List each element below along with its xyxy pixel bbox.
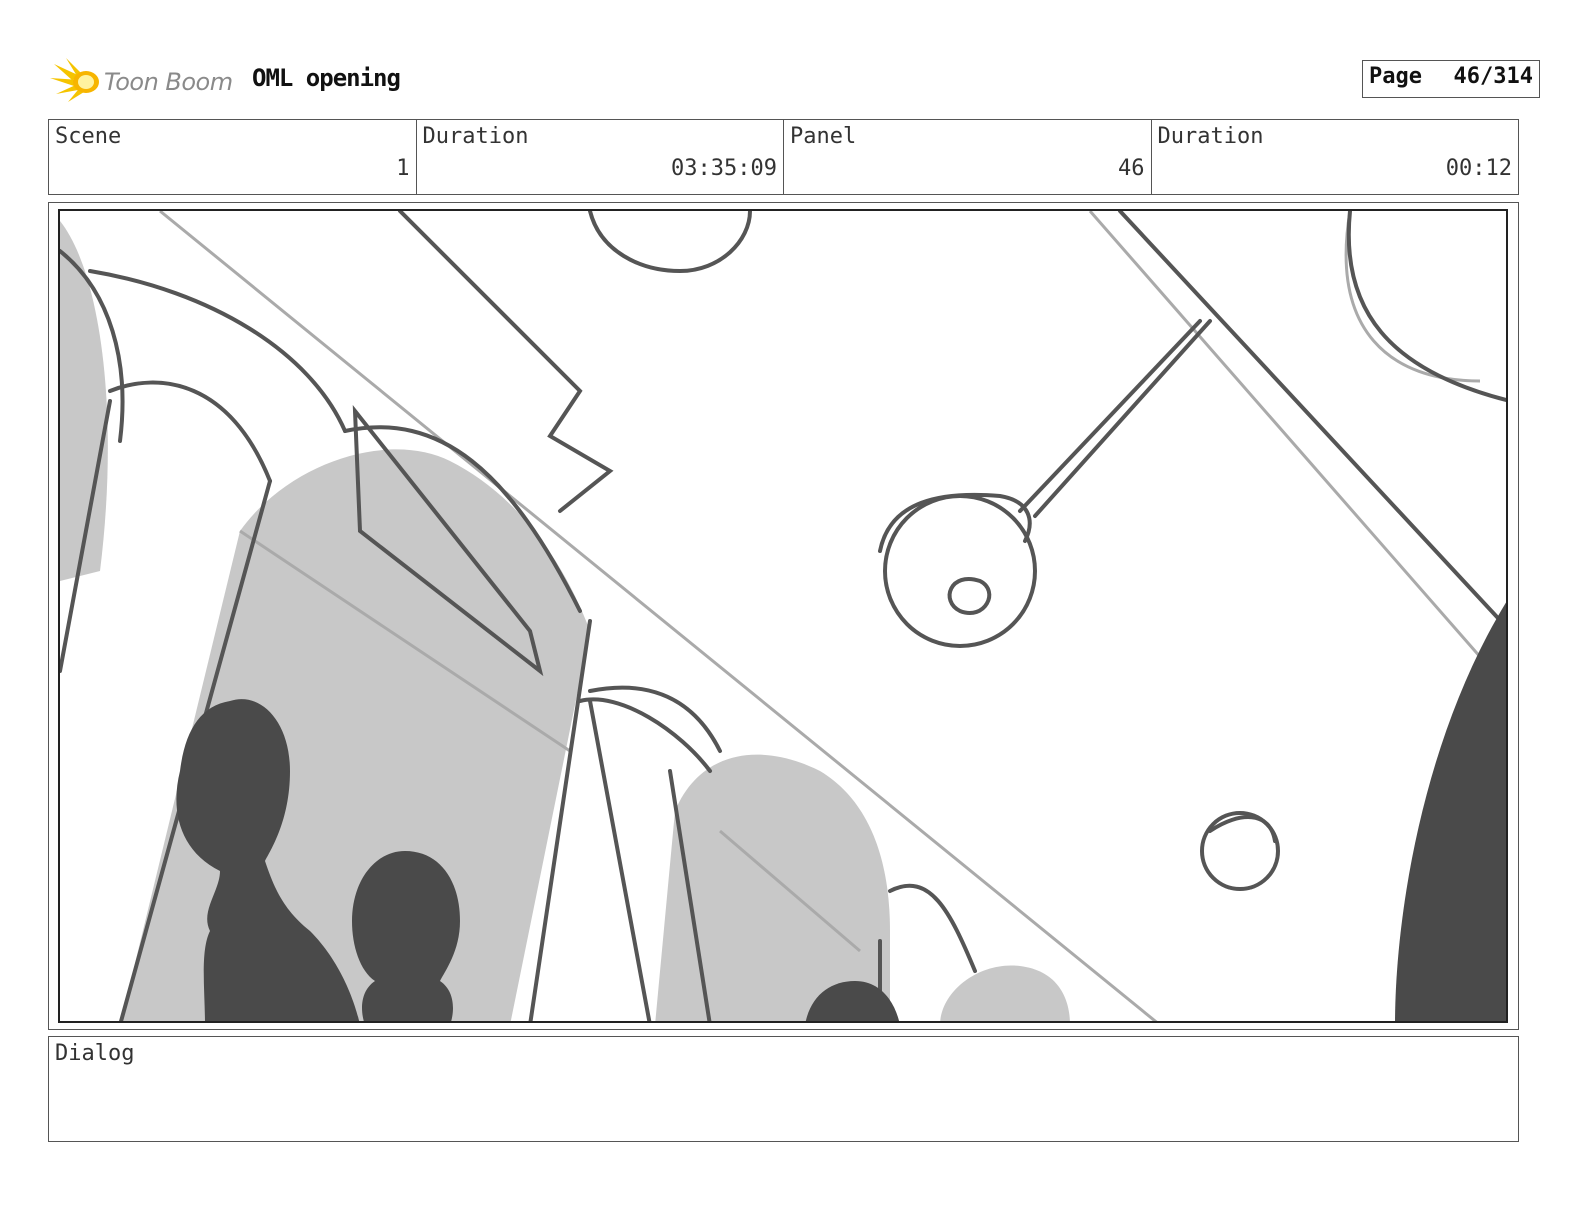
page-number: 46/314 [1453, 64, 1533, 89]
arch-bracket-right [888, 883, 977, 973]
panel-cell: Panel 46 [784, 120, 1152, 194]
guide-arc-window [1344, 211, 1481, 383]
silhouette-person-middle [352, 851, 460, 1021]
panel-info-row: Scene 1 Duration 03:35:09 Panel 46 Durat… [48, 119, 1519, 195]
arch-bracket-left [108, 380, 272, 483]
storyboard-header: Toon Boom OML opening Page 46/314 [50, 52, 1540, 110]
logo-text: Toon Boom [104, 68, 233, 96]
silhouette-foreground-right [1395, 602, 1506, 1021]
scene-cell: Scene 1 [49, 120, 417, 194]
scene-duration-cell: Duration 03:35:09 [417, 120, 784, 194]
dialog-label: Dialog [55, 1041, 135, 1066]
ceiling-lamp-top [588, 211, 752, 274]
panel-duration-value: 00:12 [1445, 156, 1512, 181]
sketch-drawing [60, 211, 1506, 1021]
panel-duration-label: Duration [1157, 124, 1264, 149]
guide-line-right [1088, 211, 1506, 689]
starburst-icon [50, 58, 99, 102]
scene-value: 1 [396, 156, 410, 181]
doorway-fill-right [940, 965, 1070, 1021]
panel-label: Panel [790, 124, 857, 149]
page-label: Page [1369, 64, 1422, 89]
hanging-lamp-large [883, 494, 1037, 648]
panel-duration-cell: Duration 00:12 [1152, 120, 1519, 194]
project-title: OML opening [252, 64, 401, 92]
ceiling-beam [1118, 211, 1506, 630]
scene-label: Scene [55, 124, 122, 149]
hanging-lamp-swirl [947, 577, 992, 615]
panel-value: 46 [1118, 156, 1145, 181]
dialog-box: Dialog [48, 1036, 1519, 1142]
page-indicator: Page 46/314 [1362, 60, 1540, 98]
lamp-cord-inner [1033, 319, 1212, 518]
toon-boom-logo: Toon Boom [50, 56, 240, 106]
wall-line-middle [588, 699, 652, 1021]
scene-duration-label: Duration [422, 124, 529, 149]
window-arc [1346, 211, 1506, 402]
scene-duration-value: 03:35:09 [671, 156, 777, 181]
lamp-cord [1018, 319, 1202, 513]
storyboard-sketch [58, 209, 1508, 1023]
